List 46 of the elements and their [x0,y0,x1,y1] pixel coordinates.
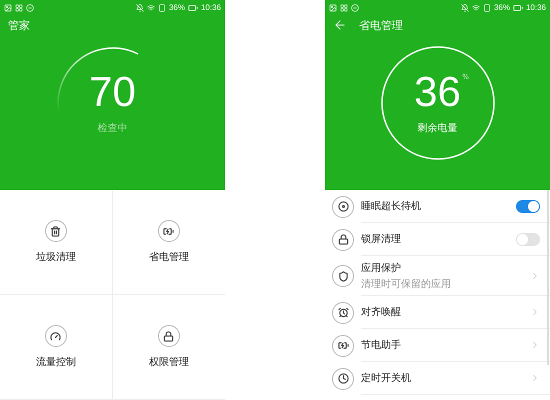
gauge-icon [44,325,67,347]
battery-icon [158,220,180,242]
setting-label: 对齐唤醒 [361,306,402,319]
back-button[interactable] [333,18,347,32]
setting-label: 锁屏清理 [361,232,402,246]
shield-icon [332,265,354,287]
setting-label: 定时开关机 [361,372,412,385]
lock-icon [332,228,354,250]
image-icon [329,4,337,12]
alarm-clock-icon [332,302,354,324]
phone-icon [158,4,166,12]
minus-circle-icon [351,4,359,12]
bell-off-icon [136,4,144,12]
clock-icon [332,368,354,390]
minus-circle-icon [26,4,34,12]
page-title: 省电管理 [359,18,403,32]
feature-tile[interactable]: 垃圾清理 [0,190,112,295]
battery-caption: 剩余电量 [418,122,458,134]
score-caption: 检查中 [98,122,128,134]
toggle-switch[interactable] [516,232,540,246]
image-icon [4,4,12,12]
battery-icon [512,2,523,12]
grid-icon [340,4,348,12]
bell-off-icon [460,4,469,12]
battery-percent: 36% [168,3,185,12]
grid-icon [15,4,23,12]
app-title: 管家 [8,18,30,32]
setting-description: 清理时可保留的应用 [361,278,452,290]
battery-value: 36 [414,68,461,114]
trash-icon [44,220,67,242]
score-value: 70 [89,70,136,112]
clock-time: 10:36 [526,3,546,12]
phone-icon [482,4,491,12]
setting-label: 睡眠超长待机 [361,200,422,213]
battery-icon [188,2,198,12]
clock-time: 10:36 [200,3,221,12]
setting-label: 节电助手 [361,338,402,352]
wifi-icon [146,4,155,12]
battery-percent: 36% [494,3,510,12]
disc-icon [332,196,354,218]
feature-tile[interactable]: 流量控制 [0,295,112,400]
toggle-switch[interactable] [516,200,540,212]
setting-label: 应用保护 [361,262,402,274]
wifi-icon [472,4,480,12]
battery-icon [332,334,354,356]
lock-icon [158,325,180,347]
